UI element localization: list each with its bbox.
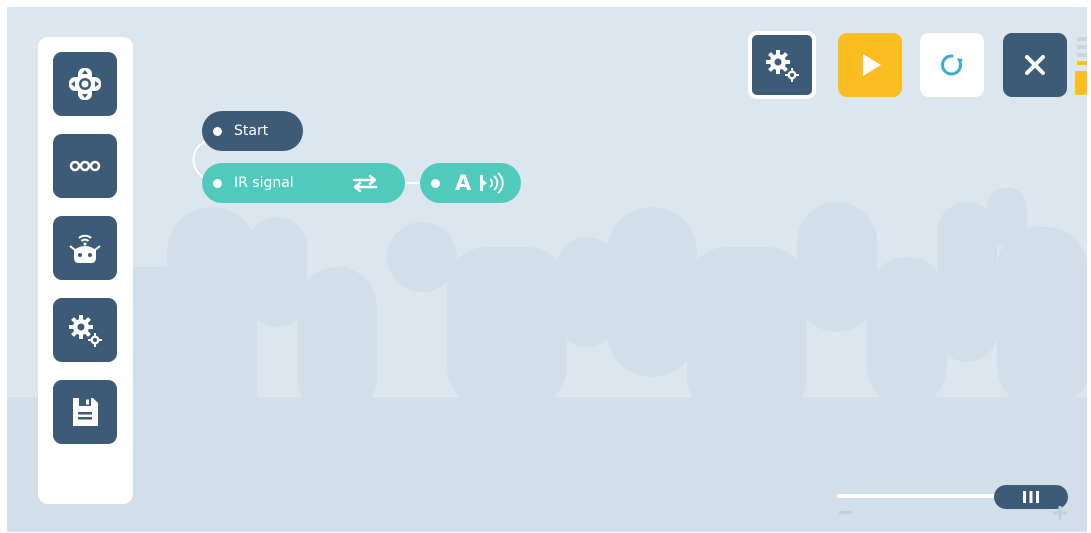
zoom-out-icon[interactable]	[839, 511, 852, 514]
connector-dot	[213, 179, 222, 188]
floppy-disk-icon	[73, 398, 98, 426]
ir-signal-block-label: IR signal	[234, 175, 294, 191]
close-icon	[1025, 55, 1045, 75]
connector-dot	[431, 179, 440, 188]
settings-button[interactable]	[53, 298, 117, 362]
start-block[interactable]: Start	[202, 111, 303, 151]
play-button[interactable]	[838, 33, 902, 97]
ir-transmit-icon	[480, 172, 504, 194]
save-button[interactable]	[53, 380, 117, 444]
robot-connection-button[interactable]	[53, 216, 117, 280]
reset-button[interactable]	[920, 33, 984, 97]
move-tool-button[interactable]	[53, 52, 117, 116]
more-options-button[interactable]	[53, 134, 117, 198]
play-icon	[863, 54, 881, 76]
grip-icon	[1023, 491, 1039, 503]
program-settings-button[interactable]	[748, 31, 816, 99]
three-dots-icon	[69, 160, 101, 172]
dpad-icon	[69, 68, 101, 100]
close-button[interactable]	[1003, 33, 1067, 97]
gears-icon	[766, 50, 799, 82]
connector-dot	[213, 127, 222, 136]
ir-signal-block[interactable]: IR signal	[202, 163, 405, 203]
swap-arrows-icon[interactable]	[350, 174, 380, 192]
start-block-label: Start	[234, 123, 269, 139]
robot-wifi-icon	[69, 234, 101, 263]
battery-icon	[1075, 37, 1087, 95]
zoom-in-icon[interactable]	[1052, 505, 1068, 521]
ir-value-label: A	[455, 171, 472, 195]
program-canvas[interactable]: Start IR signal A	[7, 7, 1087, 532]
left-toolbar	[38, 37, 133, 504]
gears-icon	[69, 315, 102, 347]
refresh-icon	[941, 54, 963, 76]
ir-value-block[interactable]: A	[420, 163, 521, 203]
